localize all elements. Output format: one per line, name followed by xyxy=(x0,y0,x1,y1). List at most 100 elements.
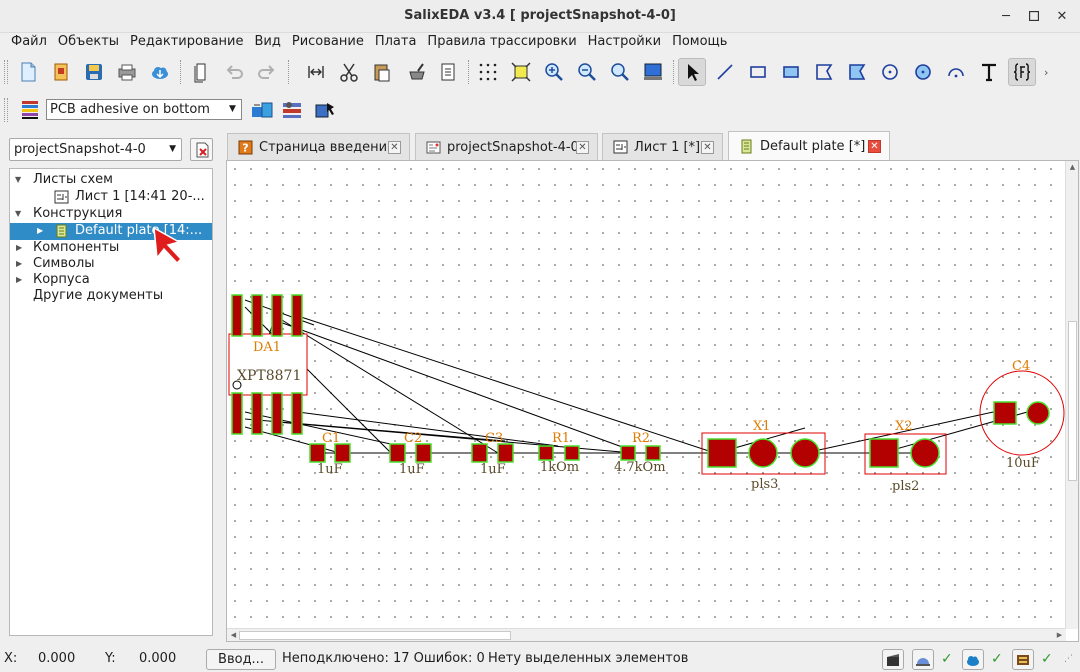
horizontal-scroll-thumb[interactable] xyxy=(239,631,511,640)
tree-item-construction[interactable]: ▼ Конструкция xyxy=(10,206,212,223)
rectangle-tool-button[interactable] xyxy=(744,58,772,86)
component-mortar-button[interactable] xyxy=(403,58,431,86)
filled-polygon-tool-button[interactable] xyxy=(843,58,871,86)
menu-draw[interactable]: Рисование xyxy=(281,33,364,52)
tab-close-button[interactable]: ✕ xyxy=(388,140,401,154)
maximize-button[interactable] xyxy=(1024,6,1044,26)
toolbar-grip[interactable] xyxy=(4,98,8,122)
pointer-icon xyxy=(688,64,699,81)
text-tool-button[interactable] xyxy=(975,58,1003,86)
tree-item-sheet1[interactable]: Лист 1 [14:41 20-... xyxy=(10,189,212,206)
zoom-fit-button[interactable] xyxy=(507,58,535,86)
tree-item-packages[interactable]: ▶ Корпуса xyxy=(10,272,212,289)
tab-intro[interactable]: ? Страница введения ✕ xyxy=(227,133,410,160)
toolbar-grip[interactable] xyxy=(4,60,8,84)
cloud-icon xyxy=(152,67,168,79)
clipboard-icon xyxy=(374,64,390,82)
board-canvas[interactable]: DA1 XPT8871 C1 1uF C2 1uF C3 1uF R1 1kOm… xyxy=(226,160,1079,642)
chevron-right-icon[interactable]: ▶ xyxy=(16,272,22,288)
board-3d-button[interactable] xyxy=(639,58,667,86)
save-button[interactable] xyxy=(80,58,108,86)
tab-close-button[interactable]: ✕ xyxy=(576,140,589,154)
field-tool-button[interactable] xyxy=(1008,58,1036,86)
main-toolbar: › xyxy=(0,54,1080,90)
chevron-right-icon[interactable]: ▶ xyxy=(16,240,22,256)
layer-select[interactable]: PCB adhesive on bottom ▼ xyxy=(46,99,242,120)
resize-grip-icon[interactable]: ⋰ xyxy=(1064,654,1073,664)
layer-pick-icon xyxy=(315,103,334,118)
r1-ref: R1 xyxy=(552,431,570,446)
minimize-button[interactable]: ─ xyxy=(996,6,1016,26)
menu-board[interactable]: Плата xyxy=(364,33,417,52)
zoom-area-button[interactable] xyxy=(606,58,634,86)
status-cloud-button[interactable] xyxy=(962,649,984,670)
pcb-board[interactable]: DA1 XPT8871 C1 1uF C2 1uF C3 1uF R1 1kOm… xyxy=(227,161,1066,629)
copy-page-button[interactable] xyxy=(187,58,215,86)
chevron-down-icon[interactable]: ▼ xyxy=(15,206,21,222)
menu-view[interactable]: Вид xyxy=(244,33,281,52)
chevron-right-icon[interactable]: ▶ xyxy=(37,223,43,239)
layer-pick-button[interactable] xyxy=(313,99,337,121)
tab-close-button[interactable]: ✕ xyxy=(868,140,881,153)
menu-settings[interactable]: Настройки xyxy=(577,33,661,52)
menu-help[interactable]: Помощь xyxy=(661,33,727,52)
scroll-right-icon[interactable]: ▶ xyxy=(1054,630,1065,641)
tree-item-other-docs[interactable]: Другие документы xyxy=(10,288,212,305)
horizontal-scrollbar[interactable]: ◀ ▶ xyxy=(227,628,1066,641)
redo-button[interactable] xyxy=(253,58,281,86)
close-window-button[interactable]: ✕ xyxy=(1052,6,1072,26)
layer-stack-button[interactable] xyxy=(250,99,274,121)
filled-circle-tool-button[interactable] xyxy=(909,58,937,86)
layer-settings-button[interactable] xyxy=(281,99,305,121)
cut-button[interactable] xyxy=(335,58,363,86)
vertical-scroll-thumb[interactable] xyxy=(1068,321,1077,481)
menu-file[interactable]: Файл xyxy=(0,33,47,52)
project-select[interactable]: projectSnapshot-4-0 ▼ xyxy=(9,138,182,161)
status-library-button[interactable] xyxy=(1012,649,1034,670)
toolbar-overflow-icon[interactable]: › xyxy=(1044,66,1058,80)
chevron-right-icon[interactable]: ▶ xyxy=(16,256,22,272)
status-tool-2[interactable] xyxy=(912,649,934,670)
grid-button[interactable] xyxy=(474,58,502,86)
status-tool-1[interactable] xyxy=(882,649,904,670)
project-icon xyxy=(426,140,441,155)
paste-button[interactable] xyxy=(368,58,396,86)
close-project-button[interactable] xyxy=(190,138,213,161)
open-project-button[interactable] xyxy=(47,58,75,86)
flip-button[interactable] xyxy=(302,58,330,86)
check-icon: ✓ xyxy=(991,651,1003,667)
line-tool-button[interactable] xyxy=(711,58,739,86)
grid-background xyxy=(227,161,1066,629)
input-button[interactable]: Ввод... xyxy=(206,649,276,670)
select-tool-button[interactable] xyxy=(678,58,706,86)
library-icon xyxy=(1017,654,1029,665)
filled-polygon-icon xyxy=(849,64,866,80)
circle-tool-button[interactable] xyxy=(876,58,904,86)
schematic-sheet-icon xyxy=(613,140,628,155)
arc-tool-button[interactable] xyxy=(942,58,970,86)
filled-rectangle-tool-button[interactable] xyxy=(777,58,805,86)
cloud-button[interactable] xyxy=(146,58,174,86)
print-button[interactable] xyxy=(113,58,141,86)
tree-item-schematics[interactable]: ▼ Листы схем xyxy=(10,172,212,189)
tab-project[interactable]: projectSnapshot-4-0 ✕ xyxy=(415,133,598,160)
vertical-scrollbar[interactable]: ▲ xyxy=(1065,161,1078,629)
polygon-tool-button[interactable] xyxy=(810,58,838,86)
new-file-button[interactable] xyxy=(14,58,42,86)
layers-icon[interactable] xyxy=(19,99,41,121)
menu-objects[interactable]: Объекты xyxy=(47,33,119,52)
scroll-up-icon[interactable]: ▲ xyxy=(1067,162,1078,173)
tab-close-button[interactable]: ✕ xyxy=(701,140,714,154)
chevron-down-icon: ▼ xyxy=(229,104,236,114)
tab-default-plate[interactable]: Default plate [*] ✕ xyxy=(728,131,890,161)
menu-edit[interactable]: Редактирование xyxy=(119,33,243,52)
zoom-out-button[interactable] xyxy=(573,58,601,86)
chevron-down-icon[interactable]: ▼ xyxy=(15,172,21,188)
zoom-in-button[interactable] xyxy=(540,58,568,86)
properties-button[interactable] xyxy=(434,58,462,86)
tab-sheet1[interactable]: Лист 1 [*] ✕ xyxy=(602,133,723,160)
mortar-icon xyxy=(409,63,425,80)
menu-routing-rules[interactable]: Правила трассировки xyxy=(416,33,576,52)
undo-button[interactable] xyxy=(220,58,248,86)
scroll-left-icon[interactable]: ◀ xyxy=(228,630,239,641)
